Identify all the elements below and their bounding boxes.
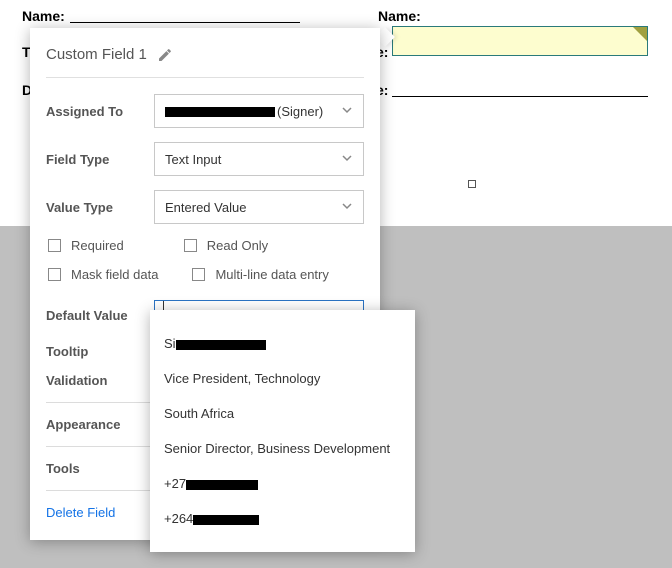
value-type-label: Value Type — [46, 200, 154, 215]
suggest-item-4[interactable]: Senior Director, Business Development — [164, 431, 401, 466]
suggest-item-5-prefix: +27 — [164, 476, 186, 491]
chevron-down-icon — [341, 200, 353, 215]
field-type-select[interactable]: Text Input — [154, 142, 364, 176]
required-label: Required — [71, 238, 124, 253]
value-type-value: Entered Value — [165, 200, 246, 215]
suggest-item-6-prefix: +264 — [164, 511, 193, 526]
required-checkbox-wrap[interactable]: Required — [48, 238, 124, 253]
assigned-to-redacted — [165, 107, 275, 117]
redacted-text — [186, 480, 258, 490]
multiline-label: Multi-line data entry — [215, 267, 328, 282]
chevron-down-icon — [341, 152, 353, 167]
assigned-to-label: Assigned To — [46, 104, 154, 119]
field-type-value: Text Input — [165, 152, 221, 167]
chevron-down-icon — [341, 104, 353, 119]
field-highlight[interactable] — [392, 26, 648, 56]
suggest-item-6[interactable]: +264 — [164, 501, 401, 536]
doc-small-marker — [468, 180, 476, 188]
assigned-to-select[interactable]: (Signer) — [154, 94, 364, 128]
mask-label: Mask field data — [71, 267, 158, 282]
edit-icon[interactable] — [157, 47, 173, 63]
default-value-label: Default Value — [46, 308, 154, 323]
redacted-text — [176, 340, 266, 350]
suggest-item-3[interactable]: South Africa — [164, 396, 401, 431]
field-corner-icon — [633, 27, 647, 41]
value-type-select[interactable]: Entered Value — [154, 190, 364, 224]
checkbox-icon — [48, 268, 61, 281]
suggest-item-5[interactable]: +27 — [164, 466, 401, 501]
suggest-item-1[interactable]: Si — [164, 326, 401, 361]
autocomplete-dropdown: Si Vice President, Technology South Afri… — [150, 310, 415, 552]
suggest-item-2[interactable]: Vice President, Technology — [164, 361, 401, 396]
mask-checkbox-wrap[interactable]: Mask field data — [48, 267, 158, 282]
popup-title: Custom Field 1 — [46, 46, 147, 63]
suggest-item-1-prefix: Si — [164, 336, 176, 351]
multiline-checkbox-wrap[interactable]: Multi-line data entry — [192, 267, 328, 282]
readonly-checkbox-wrap[interactable]: Read Only — [184, 238, 268, 253]
checkbox-icon — [184, 239, 197, 252]
field-type-label: Field Type — [46, 152, 154, 167]
checkbox-icon — [192, 268, 205, 281]
name-underline-left — [70, 22, 300, 23]
e-underline — [392, 96, 648, 97]
readonly-label: Read Only — [207, 238, 268, 253]
checkbox-icon — [48, 239, 61, 252]
popup-header: Custom Field 1 — [46, 46, 364, 78]
name-label-left: Name: — [22, 8, 65, 24]
name-label-right: Name: — [378, 8, 421, 24]
assigned-to-suffix: (Signer) — [277, 104, 323, 119]
redacted-text — [193, 515, 259, 525]
